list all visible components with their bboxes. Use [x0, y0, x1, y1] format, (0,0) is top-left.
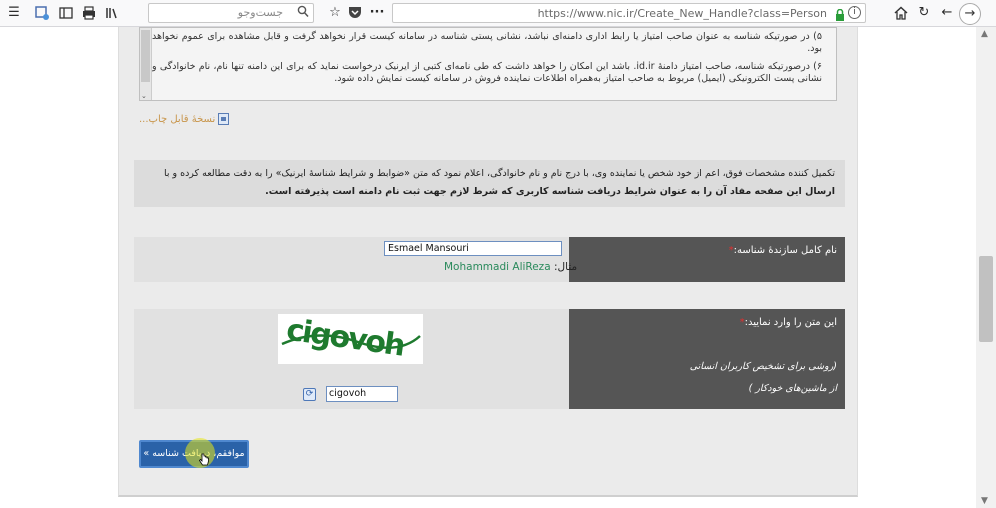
chevron-down-icon[interactable]: ⌄ — [141, 92, 147, 100]
pocket-icon[interactable] — [347, 5, 363, 21]
page-content: ۵) در صورتیکه شناسه به عنوان صاحب امتیاز… — [0, 27, 976, 508]
menu-icon[interactable]: ☰ — [6, 5, 22, 21]
terms-item-6: ۶) درصورتیکه شناسه، صاحب امتیاز دامنهٔ ‪… — [152, 61, 823, 84]
lock-icon[interactable] — [835, 6, 845, 21]
captcha-input[interactable]: cigovoh — [326, 386, 398, 402]
printable-image-icon — [218, 113, 230, 125]
reload-icon[interactable]: ↻ — [916, 5, 932, 21]
captcha-hint-2: از ماشین‌های خودکار ) — [748, 383, 837, 394]
search-placeholder: جست‌وجو — [237, 6, 283, 19]
captcha-label: این متن را وارد نمایید: — [744, 317, 837, 328]
extension-icon[interactable] — [34, 5, 50, 21]
example-value: Mohammadi AliReza — [444, 261, 551, 273]
name-label-cell: نام کامل سازندهٔ شناسه:* — [569, 237, 845, 282]
captcha-refresh-icon[interactable]: ⟳ — [303, 388, 316, 401]
page-scrollbar[interactable]: ▲ ▼ — [976, 27, 996, 508]
print-icon[interactable] — [81, 5, 97, 21]
full-name-input[interactable]: Esmael Mansouri — [384, 241, 562, 256]
printable-version-link[interactable]: نسخهٔ قابل چاپ... — [139, 113, 230, 125]
agreement-line-1: تکمیل کننده مشخصات فوق، اعم از خود شخص ی… — [163, 168, 835, 179]
captcha-image: cigovoh — [278, 313, 423, 364]
page-scrollbar-thumb[interactable] — [979, 256, 993, 342]
name-label: نام کامل سازندهٔ شناسه: — [733, 245, 837, 256]
home-icon[interactable] — [893, 5, 909, 21]
agreement-notice: تکمیل کننده مشخصات فوق، اعم از خود شخص ی… — [134, 160, 845, 207]
scroll-up-icon[interactable]: ▲ — [981, 29, 988, 39]
hand-cursor-icon — [199, 453, 209, 466]
url-text: https://www.nic.ir/Create_New_Handle?cla… — [537, 7, 827, 20]
agreement-line-2: ارسال این صفحه مفاد آن را به عنوان شرایط… — [265, 186, 835, 197]
library-icon[interactable] — [104, 5, 120, 21]
search-icon — [297, 5, 309, 23]
name-example: مثال: Mohammadi AliReza — [444, 261, 577, 273]
terms-scrollbar[interactable]: ⌄ — [140, 28, 152, 100]
more-icon[interactable]: ··· — [369, 5, 385, 21]
printable-version-label: نسخهٔ قابل چاپ... — [139, 113, 216, 125]
form-panel: ۵) در صورتیکه شناسه به عنوان صاحب امتیاز… — [118, 27, 858, 497]
terms-item-5: ۵) در صورتیکه شناسه به عنوان صاحب امتیاز… — [152, 31, 822, 54]
captcha-label-cell: این متن را وارد نمایید:* (روشی برای تشخی… — [569, 309, 845, 409]
info-icon[interactable]: i — [848, 6, 861, 19]
captcha-row: این متن را وارد نمایید:* (روشی برای تشخی… — [134, 309, 845, 409]
search-input[interactable]: جست‌وجو — [148, 3, 314, 23]
captcha-hint-1: (روشی برای تشخیص کاربران انسانی — [689, 361, 837, 372]
terms-textarea[interactable]: ۵) در صورتیکه شناسه به عنوان صاحب امتیاز… — [139, 27, 837, 101]
back-icon[interactable]: ← — [939, 5, 955, 21]
bookmark-star-icon[interactable]: ☆ — [327, 5, 343, 21]
name-row: نام کامل سازندهٔ شناسه:* Esmael Mansouri… — [134, 237, 845, 282]
example-prefix: مثال: — [553, 261, 578, 273]
forward-icon[interactable]: → — [959, 3, 981, 25]
browser-toolbar: ☰ جست‌وجو ☆ ··· https://www.nic.ir/Creat… — [0, 0, 996, 27]
address-bar[interactable]: https://www.nic.ir/Create_New_Handle?cla… — [392, 3, 866, 23]
terms-scrollbar-thumb[interactable] — [141, 30, 150, 82]
sidebar-icon[interactable] — [58, 5, 74, 21]
scroll-down-icon[interactable]: ▼ — [981, 496, 988, 506]
